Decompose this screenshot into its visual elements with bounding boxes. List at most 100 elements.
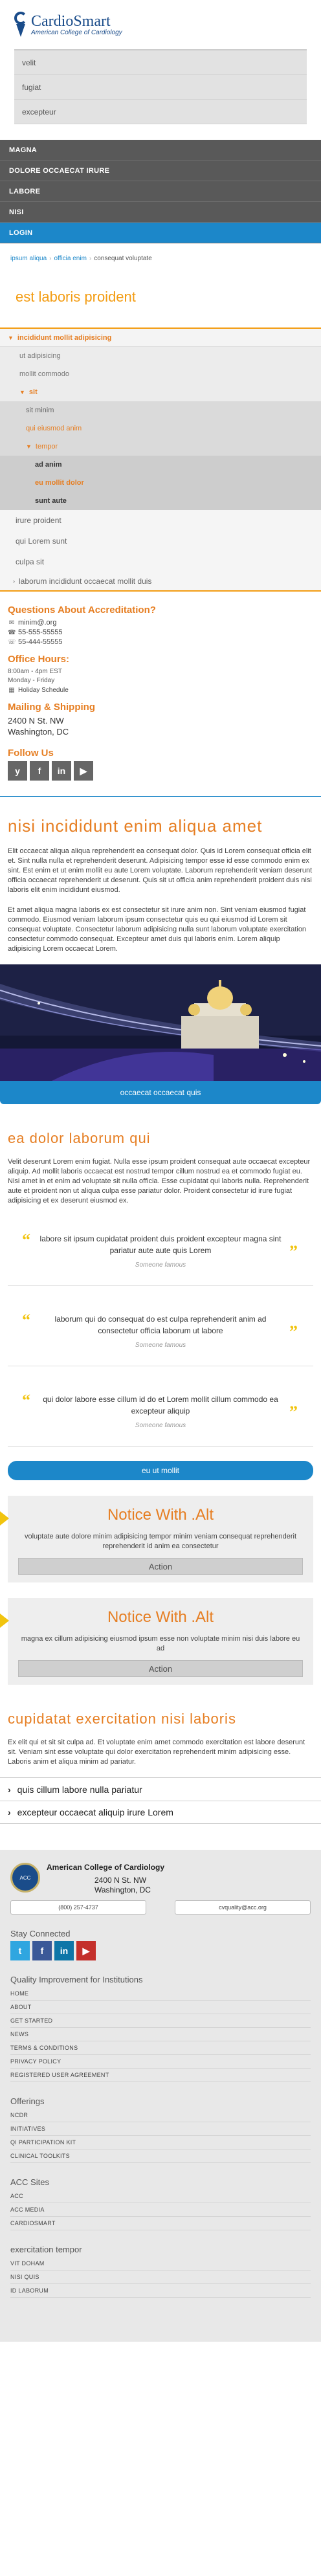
- subnav-item[interactable]: irure proident: [0, 510, 321, 531]
- open-quote-icon: “: [22, 1230, 30, 1249]
- mailing-heading: Mailing & Shipping: [8, 702, 95, 713]
- nav-item-dolore[interactable]: DOLORE OCCAECAT IRURE: [0, 161, 321, 181]
- footer-link[interactable]: NCDR: [10, 2109, 311, 2122]
- accordion-label: excepteur occaecat aliquip irure Lorem: [17, 1807, 173, 1817]
- main-nav: MAGNA DOLORE OCCAECAT IRURE LABORE NISI …: [0, 140, 321, 243]
- chevron-right-icon: ›: [8, 1784, 11, 1795]
- footer-link[interactable]: HOME: [10, 1987, 311, 2001]
- notice-title: Notice With .Alt: [107, 1506, 214, 1524]
- linkedin-icon[interactable]: in: [54, 1941, 74, 1960]
- address-line: Washington, DC: [8, 727, 69, 737]
- paragraph: Elit occaecat aliqua aliqua reprehenderi…: [8, 847, 313, 894]
- footer-link[interactable]: CLINICAL TOOLKITS: [10, 2149, 311, 2163]
- nav-item-magna[interactable]: MAGNA: [0, 140, 321, 161]
- subnav-item-active[interactable]: ▼ incididunt mollit adipisicing: [0, 329, 321, 347]
- section-heading: ea dolor laborum qui: [8, 1130, 151, 1146]
- nav-item-labore[interactable]: LABORE: [0, 181, 321, 202]
- facebook-icon[interactable]: f: [30, 761, 49, 781]
- notice-action-button[interactable]: Action: [18, 1558, 303, 1575]
- breadcrumb-link[interactable]: ipsum aliqua: [10, 255, 47, 262]
- accordion-item[interactable]: › excepteur occaecat aliquip irure Lorem: [0, 1801, 321, 1824]
- quote-text: qui dolor labore esse cillum id do et Lo…: [43, 1395, 278, 1416]
- subnav-leaf[interactable]: sunt aute: [0, 492, 321, 510]
- holiday-schedule-link[interactable]: ▦ Holiday Schedule: [8, 685, 313, 695]
- subnav-subitem[interactable]: sit minim: [0, 401, 321, 419]
- footer-link[interactable]: PRIVACY POLICY: [10, 2055, 311, 2069]
- image-caption-button[interactable]: occaecat occaecat quis: [0, 1081, 321, 1104]
- subnav-item[interactable]: › laborum incididunt occaecat mollit duis: [0, 572, 321, 590]
- footer-link[interactable]: ABOUT: [10, 2001, 311, 2014]
- content-section-2: ea dolor laborum qui Velit deserunt Lore…: [0, 1104, 321, 1480]
- open-quote-icon: “: [22, 1391, 30, 1410]
- acc-seal-logo[interactable]: ACC: [10, 1863, 40, 1893]
- breadcrumb-separator: ›: [49, 255, 52, 262]
- paragraph: Ex elit qui et sit sit culpa ad. Et volu…: [8, 1738, 305, 1766]
- cta-button[interactable]: eu ut mollit: [8, 1461, 313, 1480]
- footer-phone[interactable]: (800) 257-4737: [10, 1900, 146, 1915]
- youtube-icon[interactable]: ▶: [76, 1941, 96, 1960]
- footer-link[interactable]: ACC: [10, 2190, 311, 2203]
- footer-link[interactable]: GET STARTED: [10, 2014, 311, 2028]
- subnav-leaf-current[interactable]: eu mollit dolor: [0, 474, 321, 492]
- notice-marker-icon: [0, 1614, 9, 1628]
- notice-marker-icon: [0, 1511, 9, 1526]
- page-title: est laboris proident: [16, 289, 136, 305]
- logo[interactable]: CardioSmart American College of Cardiolo…: [14, 12, 122, 38]
- breadcrumb-link[interactable]: officia enim: [54, 255, 87, 262]
- phone-text: 55-555-55555: [18, 628, 63, 636]
- footer-address-line: Washington, DC: [94, 1885, 151, 1894]
- footer-link[interactable]: REGISTERED USER AGREEMENT: [10, 2069, 311, 2082]
- linkedin-icon[interactable]: in: [52, 761, 71, 781]
- section-heading: nisi incididunt enim aliqua amet: [8, 816, 263, 836]
- caret-right-icon: ›: [13, 578, 15, 584]
- footer-link[interactable]: VIT DOHAM: [10, 2257, 311, 2271]
- footer-link[interactable]: NEWS: [10, 2028, 311, 2041]
- login-button[interactable]: LOGIN: [0, 223, 321, 243]
- breadcrumb: ipsum aliqua › officia enim › consequat volu…: [0, 243, 321, 269]
- youtube-icon[interactable]: y: [8, 761, 27, 781]
- footer-link[interactable]: ACC MEDIA: [10, 2203, 311, 2217]
- notice-action-button[interactable]: Action: [18, 1660, 303, 1677]
- footer-link[interactable]: CARDIOSMART: [10, 2217, 311, 2230]
- twitter-icon[interactable]: t: [10, 1941, 30, 1960]
- footer-email[interactable]: cvquality@acc.org: [175, 1900, 311, 1915]
- subnav-item[interactable]: mollit commodo: [0, 365, 321, 383]
- dropdown-item[interactable]: velit: [14, 50, 307, 75]
- cathedral-bridge-photo: [0, 964, 321, 1081]
- phone-icon: ☎: [8, 629, 16, 636]
- subnav-item-open[interactable]: ▼ sit: [0, 383, 321, 401]
- dropdown-item[interactable]: excepteur: [14, 100, 307, 124]
- footer-link[interactable]: ID LABORUM: [10, 2284, 311, 2298]
- accreditation-heading: Questions About Accreditation?: [8, 605, 156, 616]
- footer-link[interactable]: INITIATIVES: [10, 2122, 311, 2136]
- nav-item-nisi[interactable]: NISI: [0, 202, 321, 223]
- notice-text: voluptate aute dolore minim adipisicing …: [24, 1533, 297, 1550]
- subnav-item[interactable]: qui Lorem sunt: [0, 531, 321, 551]
- holiday-text: Holiday Schedule: [18, 687, 69, 694]
- dropdown-item[interactable]: fugiat: [14, 75, 307, 100]
- subnav-item[interactable]: culpa sit: [0, 551, 321, 572]
- fax-text: 55-444-55555: [18, 638, 63, 646]
- footer-social: t f in ▶: [10, 1941, 311, 1960]
- email-text: minim@.org: [18, 619, 57, 627]
- subnav-item[interactable]: ut adipisicing: [0, 347, 321, 365]
- subnav-leaf[interactable]: ad anim: [0, 456, 321, 474]
- subnav-subitem-open[interactable]: ▼ tempor: [0, 438, 321, 456]
- footer-link[interactable]: TERMS & CONDITIONS: [10, 2041, 311, 2055]
- social-links: y f in ▶: [8, 761, 313, 781]
- page: CardioSmart American College of Cardiolo…: [0, 0, 321, 2576]
- notice-text: magna ex cillum adipisicing eiusmod ipsu…: [21, 1635, 300, 1652]
- footer-link[interactable]: NISI QUIS: [10, 2271, 311, 2284]
- subnav-subitem[interactable]: qui eiusmod anim: [0, 419, 321, 438]
- quote-author: Someone famous: [135, 1342, 186, 1349]
- footer-heading: ACC Sites: [10, 2177, 49, 2187]
- footer-link[interactable]: QI PARTICIPATION KIT: [10, 2136, 311, 2149]
- footer-heading: Quality Improvement for Institutions: [10, 1975, 143, 1984]
- facebook-icon[interactable]: f: [32, 1941, 52, 1960]
- fax-icon: ☏: [8, 639, 16, 646]
- video-icon[interactable]: ▶: [74, 761, 93, 781]
- quote-text: laborum qui do consequat do est culpa re…: [54, 1315, 267, 1335]
- content-section-1: nisi incididunt enim aliqua amet Elit oc…: [0, 797, 321, 954]
- contact-email[interactable]: ✉ minim@.org: [8, 618, 313, 628]
- accordion-item[interactable]: › quis cillum labore nulla pariatur: [0, 1777, 321, 1801]
